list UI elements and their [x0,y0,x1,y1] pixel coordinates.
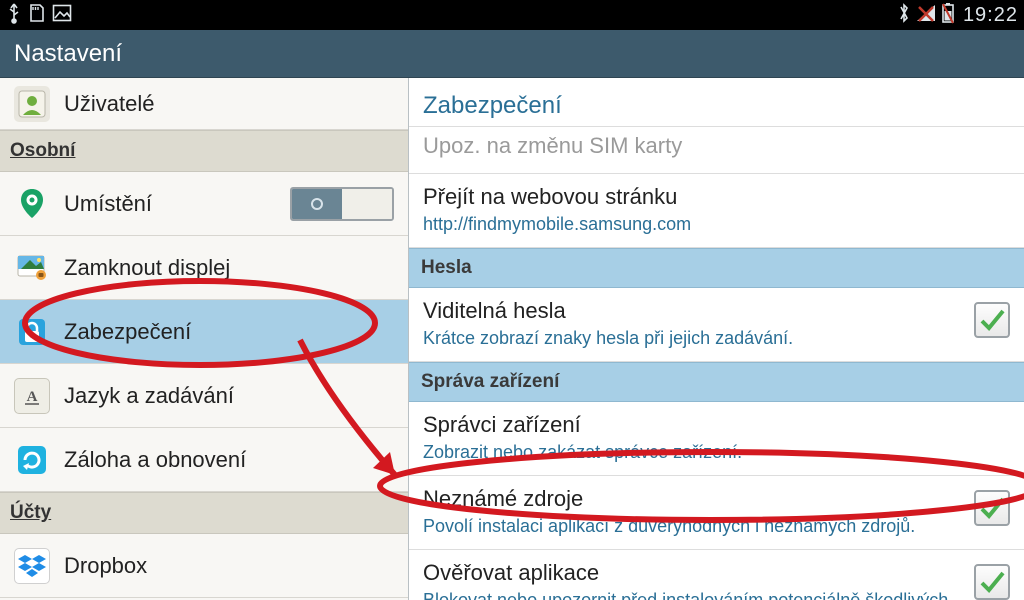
location-toggle[interactable] [290,187,394,221]
title-bar: Nastavení [0,30,1024,78]
sidebar-item-language[interactable]: A Jazyk a zadávání [0,364,408,428]
row-title: Viditelná hesla [423,298,964,324]
page-title: Nastavení [14,40,122,68]
sidebar-item-label: Uživatelé [64,91,154,117]
sim-change-note[interactable]: Upoz. na změnu SIM karty [409,127,1024,174]
row-title: Neznámé zdroje [423,486,964,512]
row-desc: http://findmymobile.samsung.com [423,214,1010,235]
checkbox-verify-apps[interactable] [974,564,1010,600]
row-verify-apps[interactable]: Ověřovat aplikace Blokovat nebo upozorni… [409,550,1024,600]
panel-title: Zabezpečení [409,78,1024,127]
sidebar-item-label: Jazyk a zadávání [64,383,234,409]
backup-icon [14,442,50,478]
row-visible-passwords[interactable]: Viditelná hesla Krátce zobrazí znaky hes… [409,288,1024,362]
sidebar-item-label: Umístění [64,191,152,217]
sidebar-item-security[interactable]: Zabezpečení [0,300,408,364]
sd-card-icon [28,3,46,28]
lock-icon [14,314,50,350]
language-icon: A [14,378,50,414]
row-title: Ověřovat aplikace [423,560,964,586]
user-icon [14,86,50,122]
sidebar-item-backup[interactable]: Záloha a obnovení [0,428,408,492]
row-title: Správci zařízení [423,412,1010,438]
row-title: Přejít na webovou stránku [423,184,1010,210]
sidebar-item-users[interactable]: Uživatelé [0,78,408,130]
signal-icon [915,3,937,28]
dropbox-icon [14,548,50,584]
sidebar-category-personal: Osobní [0,130,408,172]
group-passwords: Hesla [409,248,1024,288]
bluetooth-icon [897,2,911,29]
row-device-admins[interactable]: Správci zařízení Zobrazit nebo zakázat s… [409,402,1024,476]
sidebar-item-label: Dropbox [64,553,147,579]
sidebar-category-accounts: Účty [0,492,408,534]
sidebar-item-label: Zamknout displej [64,255,230,281]
row-desc: Krátce zobrazí znaky hesla při jejich za… [423,328,964,349]
location-icon [14,186,50,222]
checkbox-unknown-sources[interactable] [974,490,1010,526]
sidebar-item-location[interactable]: Umístění [0,172,408,236]
battery-icon [941,2,955,29]
sidebar-item-label: Zabezpečení [64,319,191,345]
image-icon [52,4,72,27]
row-unknown-sources[interactable]: Neznámé zdroje Povolí instalaci aplikací… [409,476,1024,550]
usb-icon [6,2,22,29]
lockscreen-icon [14,250,50,286]
svg-text:A: A [27,389,38,405]
settings-panel: Zabezpečení Upoz. na změnu SIM karty Pře… [408,78,1024,600]
row-open-website[interactable]: Přejít na webovou stránku http://findmym… [409,174,1024,248]
status-bar: 19:22 [0,0,1024,30]
row-desc: Povolí instalaci aplikací z důvěryhodnýc… [423,516,964,537]
clock: 19:22 [963,4,1018,27]
sidebar-item-lockscreen[interactable]: Zamknout displej [0,236,408,300]
row-desc: Zobrazit nebo zakázat správce zařízení. [423,442,1010,463]
sidebar-item-label: Záloha a obnovení [64,447,246,473]
sidebar: Uživatelé Osobní Umístění Zamknout displ… [0,78,408,600]
row-desc: Blokovat nebo upozornit před instalování… [423,590,964,600]
group-device-admin: Správa zařízení [409,362,1024,402]
sidebar-item-dropbox[interactable]: Dropbox [0,534,408,598]
checkbox-visible-passwords[interactable] [974,302,1010,338]
